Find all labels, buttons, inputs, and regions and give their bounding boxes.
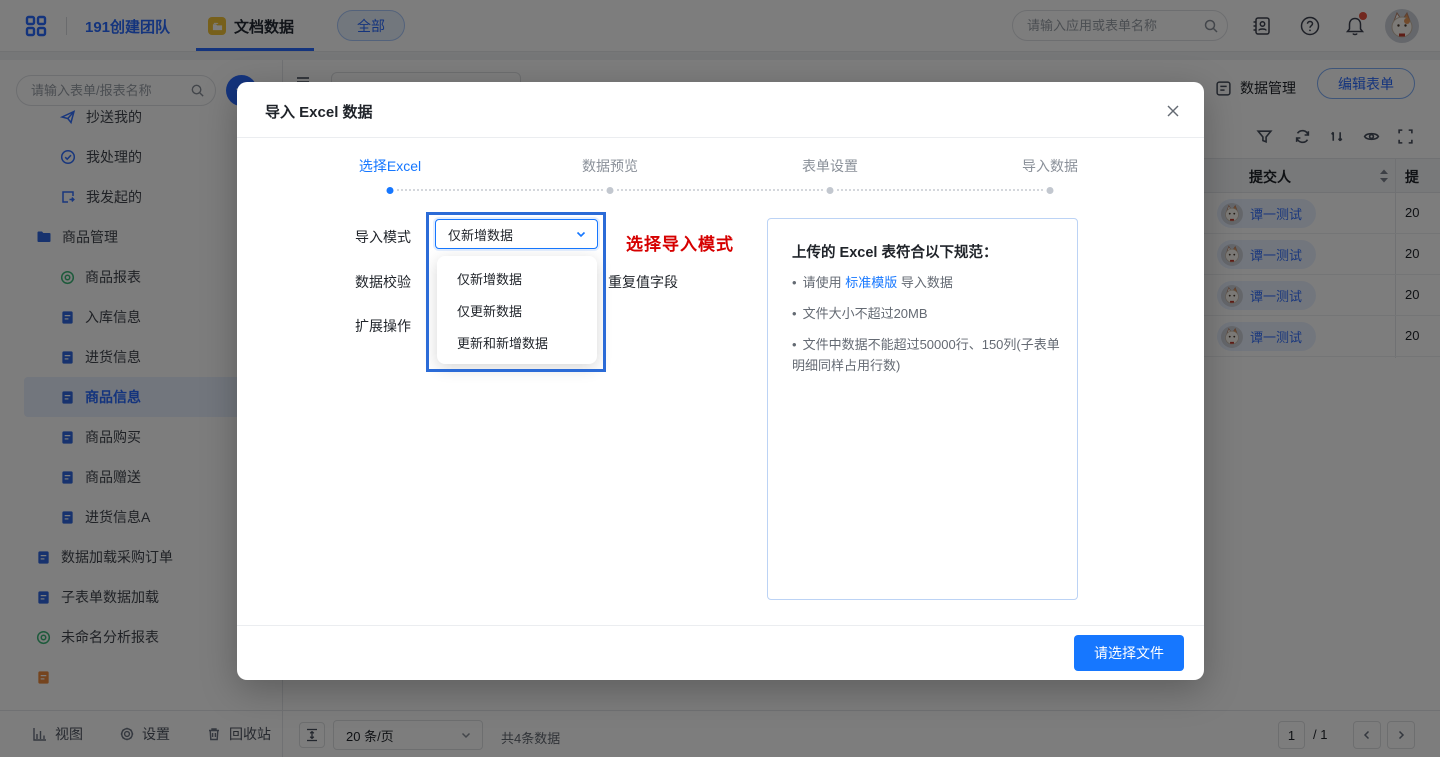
option-update-and-add[interactable]: 更新和新增数据 [437, 326, 597, 358]
rule-item: •文件大小不超过20MB [792, 303, 1060, 324]
import-mode-label: 导入模式 [355, 227, 411, 247]
step-connector [397, 189, 603, 191]
import-mode-dropdown: 仅新增数据 仅更新数据 更新和新增数据 [437, 256, 597, 364]
step-dot [827, 187, 834, 194]
modal-title: 导入 Excel 数据 [265, 101, 373, 122]
option-add-only[interactable]: 仅新增数据 [437, 262, 597, 294]
step-select-excel: 选择Excel [359, 156, 421, 176]
rule-item: •请使用 标准模版 导入数据 [792, 272, 1060, 293]
import-mode-select[interactable]: 仅新增数据 [435, 219, 598, 249]
modal-header-divider [237, 137, 1204, 138]
chevron-down-icon [575, 228, 587, 240]
import-excel-modal: 导入 Excel 数据 选择Excel 数据预览 表单设置 导入数据 导入模式 … [237, 82, 1204, 680]
rule-item: •文件中数据不能超过50000行、150列(子表单明细同样占用行数) [792, 334, 1060, 376]
option-update-only[interactable]: 仅更新数据 [437, 294, 597, 326]
step-data-preview: 数据预览 [582, 156, 638, 176]
extend-ops-label: 扩展操作 [355, 316, 411, 336]
close-icon[interactable] [1162, 100, 1184, 122]
data-check-label: 数据校验 [355, 272, 411, 292]
step-connector [837, 189, 1043, 191]
rules-title: 上传的 Excel 表符合以下规范： [792, 241, 997, 262]
step-connector [617, 189, 823, 191]
step-form-settings: 表单设置 [802, 156, 858, 176]
annotation-text: 选择导入模式 [626, 230, 734, 255]
select-file-button[interactable]: 请选择文件 [1074, 635, 1184, 671]
standard-template-link[interactable]: 标准模版 [845, 275, 897, 290]
step-dot [1047, 187, 1054, 194]
modal-footer: 请选择文件 [237, 625, 1204, 680]
step-dot [607, 187, 614, 194]
data-check-partial-text: 重复值字段 [608, 272, 678, 292]
step-dot [387, 187, 394, 194]
step-import-data: 导入数据 [1022, 156, 1078, 176]
upload-rules-panel: 上传的 Excel 表符合以下规范： •请使用 标准模版 导入数据 •文件大小不… [767, 218, 1078, 600]
